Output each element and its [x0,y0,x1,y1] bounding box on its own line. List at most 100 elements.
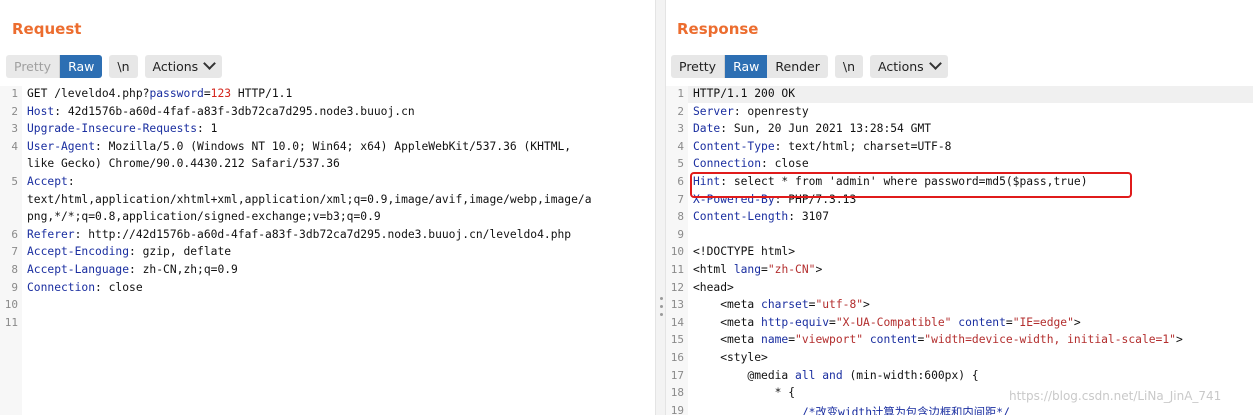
request-code-line: Connection: close [27,281,143,294]
request-code-line: Accept: [27,175,75,188]
response-line-number: 4 [677,139,684,153]
chevron-down-icon [203,56,217,70]
request-code-line: Upgrade-Insecure-Requests: 1 [27,122,217,135]
response-code-line: <meta name="viewport" content="width=dev… [693,333,1183,346]
response-actions-button[interactable]: Actions [870,54,948,78]
response-code-token: "utf-8" [815,298,864,312]
response-code-line: <html lang="zh-CN"> [693,263,822,276]
response-code-token: (min-width:600px) { [842,368,979,382]
request-code-token: Accept [27,175,68,188]
response-code-line: <meta charset="utf-8"> [693,298,870,311]
request-code-token: = [203,87,211,100]
request-newline-button[interactable]: \n [109,54,138,78]
request-code-token: HTTP/1.1 [231,87,293,100]
request-code-token: Referer [27,227,75,241]
request-code-token: password [149,87,204,100]
request-code-token: : Mozilla/5.0 (Windows NT 10.0; Win64; x… [95,139,572,153]
request-pretty-button[interactable]: Pretty [6,54,60,78]
request-line-number: 3 [11,122,18,136]
request-code-token: : gzip, deflate [129,245,232,259]
response-line-number: 2 [677,104,684,118]
request-line-number: 2 [11,104,18,118]
response-code-token: content [958,315,1006,329]
request-code-token: Accept-Encoding [27,245,130,259]
request-line-number: 4 [11,139,18,153]
response-code-token: Content-Length [693,210,789,224]
request-toolbar: Pretty Raw \n Actions [6,54,223,78]
response-code-token: <html [693,263,734,276]
response-code-token: "zh-CN" [767,263,816,276]
response-code-line: @media all and (min-width:600px) { [693,368,979,382]
request-code-token: User-Agent [27,139,96,153]
response-actions-label: Actions [878,58,924,74]
response-code-token: : close [761,157,809,171]
request-code-token: 123 [210,87,232,100]
response-code-line: Content-Type: text/html; charset=UTF-8 [693,140,951,153]
request-code-token: text/html,application/xhtml+xml,applicat… [27,192,592,206]
request-code-line: GET /leveldo4.php?password=123 HTTP/1.1 [27,87,292,100]
request-code-token: Accept-Language [27,263,130,276]
request-code-token: Upgrade-Insecure-Requests [27,122,198,136]
request-line-number: 1 [11,87,18,100]
response-code-line: HTTP/1.1 200 OK [693,87,795,100]
request-code-token: : close [95,280,143,294]
request-code-token: GET /leveldo4.php? [27,87,150,100]
response-editor[interactable]: 1 2 3 4 5 6 7 8 9 10 11 12 13 14 15 16 17 18 19 HTTP/1.1 20… [666,86,1253,415]
drag-handle-icon[interactable] [660,297,663,319]
response-pane: Response Pretty Raw Render \n Actions 12… [666,0,1253,415]
request-code-token: Host [27,104,55,118]
request-code-line: Host: 42d1576b-a60d-4faf-a83f-3db72ca7d2… [27,105,415,118]
response-code-token: = [1005,315,1013,329]
response-code-token: all [795,368,816,382]
response-line-number: 6 [677,175,684,188]
request-editor[interactable]: 1 2 3 4 5 6 7 8 9 10 11 GET /leveldo4.php?password=… [0,86,655,415]
request-raw-button[interactable]: Raw [59,54,103,78]
request-line-number: 8 [11,263,18,276]
response-code-token: @media [693,368,796,382]
response-code-token: : openresty [733,104,809,118]
response-code-token: > [1073,315,1081,329]
response-render-button[interactable]: Render [767,54,828,78]
response-code-token: lang [733,263,762,276]
response-line-number: 7 [677,192,684,206]
response-code-token: Connection [693,157,762,171]
response-code-token: "width=device-width, initial-scale=1" [924,333,1176,347]
response-code-line: Date: Sun, 20 Jun 2021 13:28:54 GMT [693,122,931,135]
response-code-token: <style> [693,351,768,364]
response-raw-button[interactable]: Raw [724,54,768,78]
request-code-token: : http://42d1576b-a60d-4faf-a83f-3db72ca… [74,227,572,241]
response-line-number: 13 [670,298,684,312]
response-pretty-button[interactable]: Pretty [671,54,725,78]
response-code-token: http-equiv [761,315,830,329]
request-line-number: 9 [11,280,18,294]
request-code-line: User-Agent: Mozilla/5.0 (Windows NT 10.0… [27,140,571,153]
response-code-token [693,406,802,415]
response-code-token [863,333,870,346]
response-line-number: 11 [670,263,684,276]
response-line-number: 9 [677,227,684,241]
response-code-token: > [863,298,870,312]
pane-splitter[interactable] [655,0,666,415]
response-code-token: : Sun, 20 Jun 2021 13:28:54 GMT [720,122,932,136]
response-code-line: Connection: close [693,157,809,170]
response-code-line: * { [693,386,795,399]
request-code-token: like Gecko) Chrome/90.0.4430.212 Safari/… [27,157,340,171]
response-line-number: 3 [677,122,684,136]
request-code-line: png,*/*;q=0.8,application/signed-exchang… [27,210,381,223]
response-code-line: <style> [693,351,768,364]
request-code-line: like Gecko) Chrome/90.0.4430.212 Safari/… [27,157,340,170]
response-code-token: HTTP/1.1 200 OK [693,87,796,100]
response-code-token: Date [693,122,721,136]
response-toolbar: Pretty Raw Render \n Actions [671,54,948,78]
response-newline-button[interactable]: \n [834,54,864,78]
response-code-token: "IE=edge" [1012,315,1074,329]
highlight-box [690,172,1132,198]
request-actions-button[interactable]: Actions [144,54,223,78]
response-code-line: /*改变width计算为包含边框和内间距*/ [693,404,1010,415]
response-title: Response [677,20,759,38]
response-line-number: 19 [670,403,684,415]
response-code-line: <!DOCTYPE html> [693,245,795,258]
request-line-number: 11 [4,315,18,329]
request-code-token: : [67,175,75,188]
response-code-line: <head> [693,281,734,294]
